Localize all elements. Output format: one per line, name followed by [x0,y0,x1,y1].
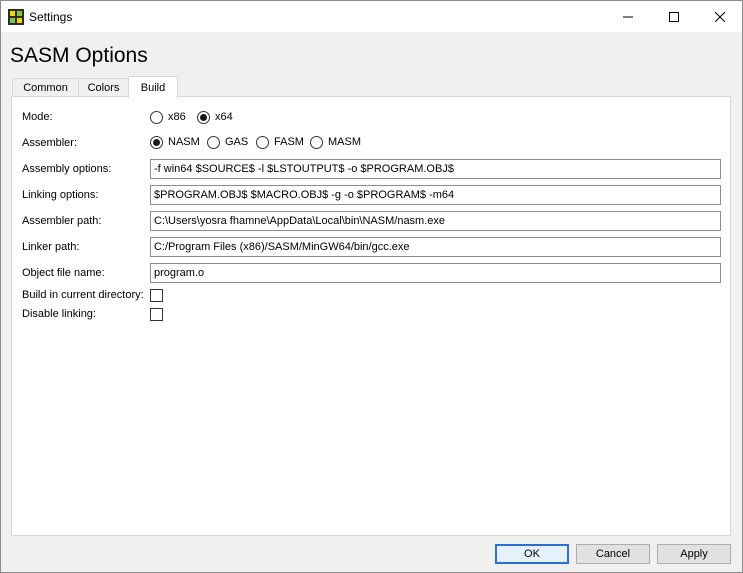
object-file-name-field[interactable]: program.o [150,263,721,283]
mode-label: Mode: [22,111,53,123]
tab-common[interactable]: Common [12,78,79,97]
assembler-fasm-label: FASM [274,136,304,148]
assembler-nasm-label: NASM [168,136,200,148]
assembler-fasm-radio[interactable] [256,136,269,149]
close-button[interactable] [697,1,743,32]
linker-path-label: Linker path: [22,241,80,253]
assembler-masm-radio[interactable] [310,136,323,149]
maximize-button[interactable] [651,1,697,32]
object-file-name-label: Object file name: [22,267,105,279]
assembler-gas-label: GAS [225,136,249,148]
window-title: Settings [29,10,73,24]
build-in-current-dir-checkbox[interactable] [150,289,163,302]
mode-x86-radio[interactable] [150,111,163,124]
cancel-button[interactable]: Cancel [576,544,650,564]
page-title: SASM Options [10,44,148,67]
mode-x64-label: x64 [215,111,233,123]
ok-button[interactable]: OK [495,544,569,564]
mode-x64-radio[interactable] [197,111,210,124]
assembly-options-label: Assembly options: [22,163,112,175]
linking-options-field[interactable]: $PROGRAM.OBJ$ $MACRO.OBJ$ -g -o $PROGRAM… [150,185,721,205]
build-panel: Mode: x86 x64 Assembler: NASM GAS FASM M… [11,96,731,536]
linker-path-field[interactable]: C:/Program Files (x86)/SASM/MinGW64/bin/… [150,237,721,257]
minimize-button[interactable] [605,1,651,32]
build-in-current-dir-label: Build in current directory: [22,289,144,301]
settings-window: Settings SASM Options Common Colors Buil… [0,0,743,573]
minimize-icon [623,16,633,17]
disable-linking-label: Disable linking: [22,308,96,320]
assembler-nasm-radio[interactable] [150,136,163,149]
linking-options-label: Linking options: [22,189,99,201]
assembler-path-label: Assembler path: [22,215,102,227]
title-bar: Settings [1,1,742,32]
assembler-label: Assembler: [22,137,78,149]
assembler-gas-radio[interactable] [207,136,220,149]
disable-linking-checkbox[interactable] [150,308,163,321]
maximize-icon [669,11,679,22]
apply-button[interactable]: Apply [657,544,731,564]
assembler-path-field[interactable]: C:\Users\yosra fhamne\AppData\Local\bin\… [150,211,721,231]
tab-build[interactable]: Build [128,76,178,98]
assembly-options-field[interactable]: -f win64 $SOURCE$ -l $LSTOUTPUT$ -o $PRO… [150,159,721,179]
close-icon [715,11,725,22]
mode-x86-label: x86 [168,111,186,123]
sasm-app-icon [8,9,24,25]
tab-colors[interactable]: Colors [78,78,129,97]
assembler-masm-label: MASM [328,136,361,148]
